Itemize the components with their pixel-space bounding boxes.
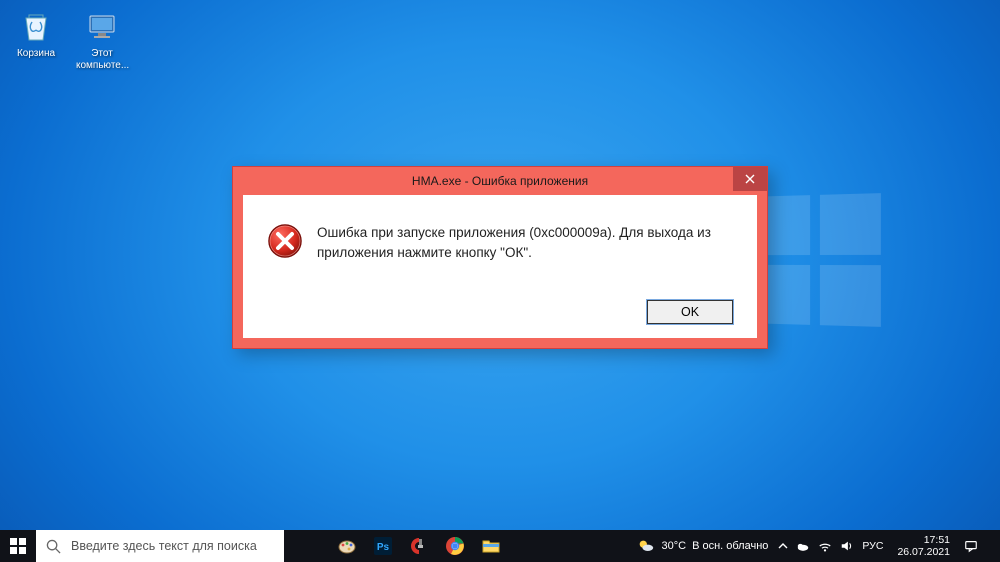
- tray-volume-icon[interactable]: [840, 539, 854, 553]
- taskbar-app-chrome[interactable]: [440, 530, 470, 562]
- tray-overflow-icon[interactable]: [778, 541, 788, 551]
- tray-clock[interactable]: 17:51 26.07.2021: [893, 534, 954, 558]
- tray-network-icon[interactable]: [818, 539, 832, 553]
- dialog-message: Ошибка при запуске приложения (0xc000009…: [317, 223, 717, 264]
- close-icon: [745, 174, 755, 184]
- weather-widget[interactable]: 30°C В осн. облачно: [637, 537, 768, 555]
- svg-text:Ps: Ps: [377, 542, 390, 553]
- file-explorer-icon: [481, 536, 501, 556]
- dialog-title: HMA.exe - Ошибка приложения: [412, 174, 588, 188]
- tray-onedrive-icon[interactable]: [796, 539, 810, 553]
- tray-language[interactable]: РУС: [862, 540, 883, 552]
- tray-time: 17:51: [897, 534, 950, 546]
- taskbar: Введите здесь текст для поиска Ps: [0, 530, 1000, 562]
- taskbar-app-photoshop[interactable]: Ps: [368, 530, 398, 562]
- ccleaner-icon: [409, 536, 429, 556]
- this-pc-icon: [82, 6, 122, 46]
- desktop-icon-recycle-bin[interactable]: Корзина: [10, 6, 62, 72]
- search-input[interactable]: Введите здесь текст для поиска: [36, 530, 284, 562]
- desktop-icon-label: Корзина: [10, 48, 62, 60]
- dialog-titlebar[interactable]: HMA.exe - Ошибка приложения: [233, 167, 767, 195]
- weather-text: В осн. облачно: [692, 540, 768, 552]
- ok-button[interactable]: OK: [647, 300, 733, 324]
- weather-icon: [637, 537, 655, 555]
- error-icon: [267, 223, 303, 259]
- desktop-icon-this-pc[interactable]: Этот компьюте...: [76, 6, 128, 72]
- search-icon: [46, 539, 61, 554]
- taskbar-app-paint[interactable]: [332, 530, 362, 562]
- recycle-bin-icon: [16, 6, 56, 46]
- tray-action-center-icon[interactable]: [964, 539, 978, 553]
- taskbar-pinned-apps: Ps: [284, 530, 506, 562]
- dialog-body: Ошибка при запуске приложения (0xc000009…: [243, 195, 757, 338]
- system-tray: 30°C В осн. облачно РУС 17:51 26.07.2021: [631, 530, 1000, 562]
- desktop-icon-label: Этот компьюте...: [76, 48, 128, 72]
- weather-temp: 30°C: [661, 540, 686, 552]
- chrome-icon: [445, 536, 465, 556]
- desktop-icons-area: Корзина Этот компьюте...: [10, 6, 128, 72]
- start-button[interactable]: [0, 530, 36, 562]
- tray-date: 26.07.2021: [897, 546, 950, 558]
- error-dialog: HMA.exe - Ошибка приложения: [232, 166, 768, 349]
- taskbar-app-explorer[interactable]: [476, 530, 506, 562]
- windows-logo: [753, 193, 881, 327]
- photoshop-icon: Ps: [373, 536, 393, 556]
- close-button[interactable]: [733, 167, 767, 191]
- taskbar-app-ccleaner[interactable]: [404, 530, 434, 562]
- paint-icon: [337, 536, 357, 556]
- search-placeholder: Введите здесь текст для поиска: [71, 539, 257, 553]
- windows-start-icon: [10, 538, 26, 554]
